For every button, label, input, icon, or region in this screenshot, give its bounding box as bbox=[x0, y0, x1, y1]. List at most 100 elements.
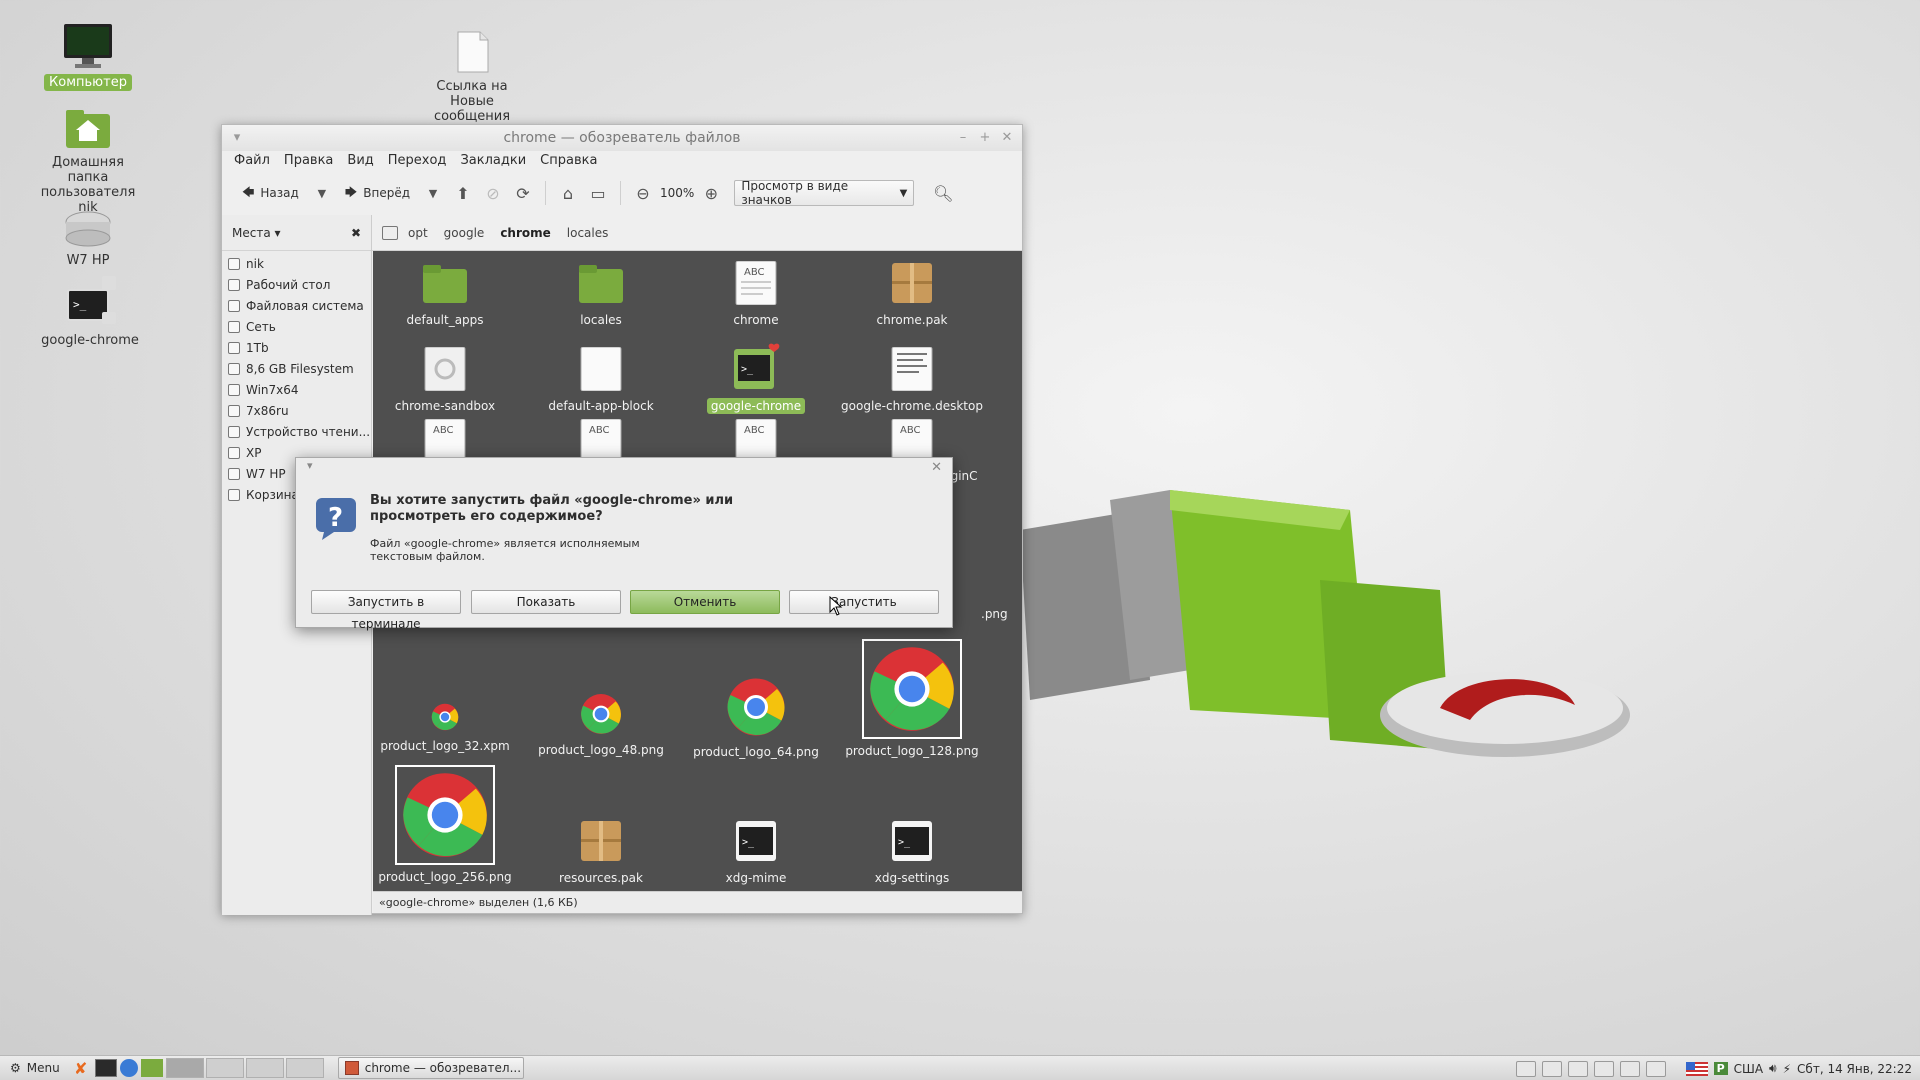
stop-icon[interactable]: ⊘ bbox=[480, 180, 506, 206]
file-item-product_logo_256[interactable]: product_logo_256.png bbox=[373, 765, 523, 885]
drive-icon[interactable] bbox=[1515, 1060, 1536, 1077]
keyboard-layout[interactable]: США bbox=[1734, 1062, 1763, 1076]
drive-icon[interactable] bbox=[1645, 1060, 1666, 1077]
file-item-resources-pak[interactable]: resources.pak bbox=[523, 819, 679, 886]
chrome-logo-icon bbox=[727, 678, 785, 736]
back-button[interactable]: 🡄 Назад bbox=[236, 179, 305, 208]
volume-icon[interactable]: 🔊︎ bbox=[1769, 1061, 1777, 1076]
file-item-google-chrome-desktop[interactable]: google-chrome.desktop bbox=[834, 346, 990, 414]
sidebar-item-nik[interactable]: nik bbox=[222, 253, 371, 274]
taskbar-item-file-manager[interactable]: chrome — обозревател... bbox=[337, 1057, 524, 1079]
menu-bookmarks[interactable]: Закладки bbox=[460, 151, 526, 171]
thumbnail-frame bbox=[395, 765, 495, 865]
crumb-opt[interactable]: opt bbox=[402, 223, 434, 243]
file-item-chrome[interactable]: ABC chrome bbox=[678, 260, 834, 328]
svg-text:ABC: ABC bbox=[589, 425, 610, 436]
forward-button[interactable]: 🡆 Вперёд bbox=[339, 179, 416, 208]
sidebar-item-label: W7 HP bbox=[246, 466, 286, 481]
workspace-4[interactable] bbox=[285, 1058, 324, 1078]
close-icon[interactable]: ✕ bbox=[931, 460, 942, 475]
zoom-out-icon[interactable]: ⊖ bbox=[630, 180, 656, 206]
crumb-google[interactable]: google bbox=[438, 223, 491, 243]
show-button[interactable]: Показать bbox=[471, 590, 621, 614]
drive-icon[interactable] bbox=[1567, 1060, 1588, 1077]
file-item-google-chrome[interactable]: >_ google-chrome bbox=[678, 343, 834, 414]
monitor-icon bbox=[64, 24, 112, 68]
menu-file[interactable]: Файл bbox=[234, 151, 270, 171]
run-file-dialog[interactable]: ▾ ✕ ? Вы хотите запустить файл «google-c… bbox=[295, 457, 953, 631]
sidebar-item-8gb[interactable]: 8,6 GB Filesystem bbox=[222, 358, 371, 379]
menu-edit[interactable]: Правка bbox=[284, 151, 333, 171]
menu-button[interactable]: ⚙ Menu bbox=[0, 1056, 70, 1080]
computer-icon[interactable]: ▭ bbox=[585, 180, 611, 206]
workspace-2[interactable] bbox=[205, 1058, 244, 1078]
workspace-1[interactable] bbox=[165, 1058, 204, 1078]
run-button[interactable]: Запустить bbox=[789, 590, 939, 614]
sidebar-item-win7x64[interactable]: Win7x64 bbox=[222, 379, 371, 400]
desktop-icon-w7hp[interactable]: W7 HP bbox=[28, 208, 148, 269]
drive-icon[interactable] bbox=[1593, 1060, 1614, 1077]
home-icon[interactable]: ⌂ bbox=[555, 180, 581, 206]
file-item-product_logo_32[interactable]: product_logo_32.xpm bbox=[373, 703, 523, 754]
workspace-3[interactable] bbox=[245, 1058, 284, 1078]
browser-launcher-icon[interactable] bbox=[119, 1059, 138, 1077]
drive-icon[interactable] bbox=[1541, 1060, 1562, 1077]
search-icon[interactable]: 🔍︎ bbox=[930, 180, 956, 206]
maximize-icon[interactable]: + bbox=[976, 125, 994, 151]
drive-icon[interactable] bbox=[1619, 1060, 1640, 1077]
network-icon[interactable]: ⚡ bbox=[1783, 1062, 1791, 1076]
desktop-icon-link-new-messages[interactable]: Ссылка на Новые сообщения bbox=[412, 30, 532, 125]
file-item-product_logo_64[interactable]: product_logo_64.png bbox=[678, 677, 834, 760]
reload-icon[interactable]: ⟳ bbox=[510, 180, 536, 206]
file-item-locales[interactable]: locales bbox=[523, 261, 679, 328]
sidebar-item-7x86ru[interactable]: 7x86ru bbox=[222, 400, 371, 421]
minimize-icon[interactable]: – bbox=[954, 125, 972, 151]
file-item-chrome-pak[interactable]: chrome.pak bbox=[834, 261, 990, 328]
back-history-dropdown-icon[interactable]: ▼ bbox=[309, 180, 335, 206]
file-item-xdg-settings[interactable]: >_ xdg-settings bbox=[834, 819, 990, 886]
up-arrow-icon[interactable]: ⬆ bbox=[450, 180, 476, 206]
mint-x-icon[interactable]: ✘ bbox=[70, 1059, 92, 1078]
us-flag-icon[interactable] bbox=[1685, 1061, 1708, 1076]
forward-history-dropdown-icon[interactable]: ▼ bbox=[420, 180, 446, 206]
back-label: Назад bbox=[260, 186, 299, 200]
zoom-in-icon[interactable]: ⊕ bbox=[698, 180, 724, 206]
drive-icon[interactable] bbox=[382, 225, 398, 240]
sidebar-item-reader[interactable]: Устройство чтени... bbox=[222, 421, 371, 442]
sidebar-item-network[interactable]: Сеть bbox=[222, 316, 371, 337]
crumb-chrome[interactable]: chrome bbox=[494, 223, 556, 243]
terminal-launcher-icon[interactable] bbox=[94, 1059, 117, 1077]
menu-go[interactable]: Переход bbox=[388, 151, 447, 171]
sidebar-header-button[interactable]: Места ▾ bbox=[232, 226, 281, 240]
parking-icon[interactable]: P bbox=[1713, 1062, 1728, 1075]
sidebar-item-filesystem[interactable]: Файловая система bbox=[222, 295, 371, 316]
file-item-default-app-block[interactable]: default-app-block bbox=[523, 346, 679, 414]
file-item-chrome-sandbox[interactable]: chrome-sandbox bbox=[373, 346, 523, 414]
cancel-button[interactable]: Отменить bbox=[630, 590, 780, 614]
drive-icon bbox=[228, 425, 240, 438]
file-item-xdg-mime[interactable]: >_ xdg-mime bbox=[678, 819, 834, 886]
view-mode-select[interactable]: Просмотр в виде значков ▼ bbox=[734, 179, 915, 207]
menu-view[interactable]: Вид bbox=[347, 151, 373, 171]
desktop-icon-label: Ссылка на Новые сообщения bbox=[433, 79, 511, 124]
window-titlebar[interactable]: ▾ chrome — обозреватель файлов – + ✕ bbox=[222, 125, 1022, 151]
close-icon[interactable]: ✕ bbox=[998, 125, 1016, 151]
sidebar-item-label: nik bbox=[246, 256, 264, 271]
drive-icon bbox=[228, 362, 240, 375]
file-item-product_logo_128[interactable]: product_logo_128.png bbox=[834, 639, 990, 759]
clock[interactable]: Сбт, 14 Янв, 22:22 bbox=[1797, 1062, 1912, 1076]
sidebar-item-desktop[interactable]: Рабочий стол bbox=[222, 274, 371, 295]
desktop-icon-home[interactable]: Домашняя папка пользователя nik bbox=[28, 108, 148, 216]
file-item-default_apps[interactable]: default_apps bbox=[373, 261, 523, 328]
files-launcher-icon[interactable] bbox=[140, 1059, 163, 1077]
run-in-terminal-button[interactable]: Запустить в терминале bbox=[311, 590, 461, 631]
menu-help[interactable]: Справка bbox=[540, 151, 597, 171]
sidebar-close-icon[interactable]: ✖ bbox=[351, 226, 361, 240]
file-item-product_logo_48[interactable]: product_logo_48.png bbox=[523, 693, 679, 758]
crumb-locales[interactable]: locales bbox=[561, 223, 615, 243]
desktop-icon-computer[interactable]: Компьютер bbox=[28, 22, 148, 91]
dialog-menu-icon[interactable]: ▾ bbox=[307, 459, 313, 472]
window-menu-icon[interactable]: ▾ bbox=[228, 125, 246, 151]
desktop-icon-google-chrome[interactable]: >_ google-chrome bbox=[30, 272, 150, 349]
sidebar-item-1tb[interactable]: 1Tb bbox=[222, 337, 371, 358]
